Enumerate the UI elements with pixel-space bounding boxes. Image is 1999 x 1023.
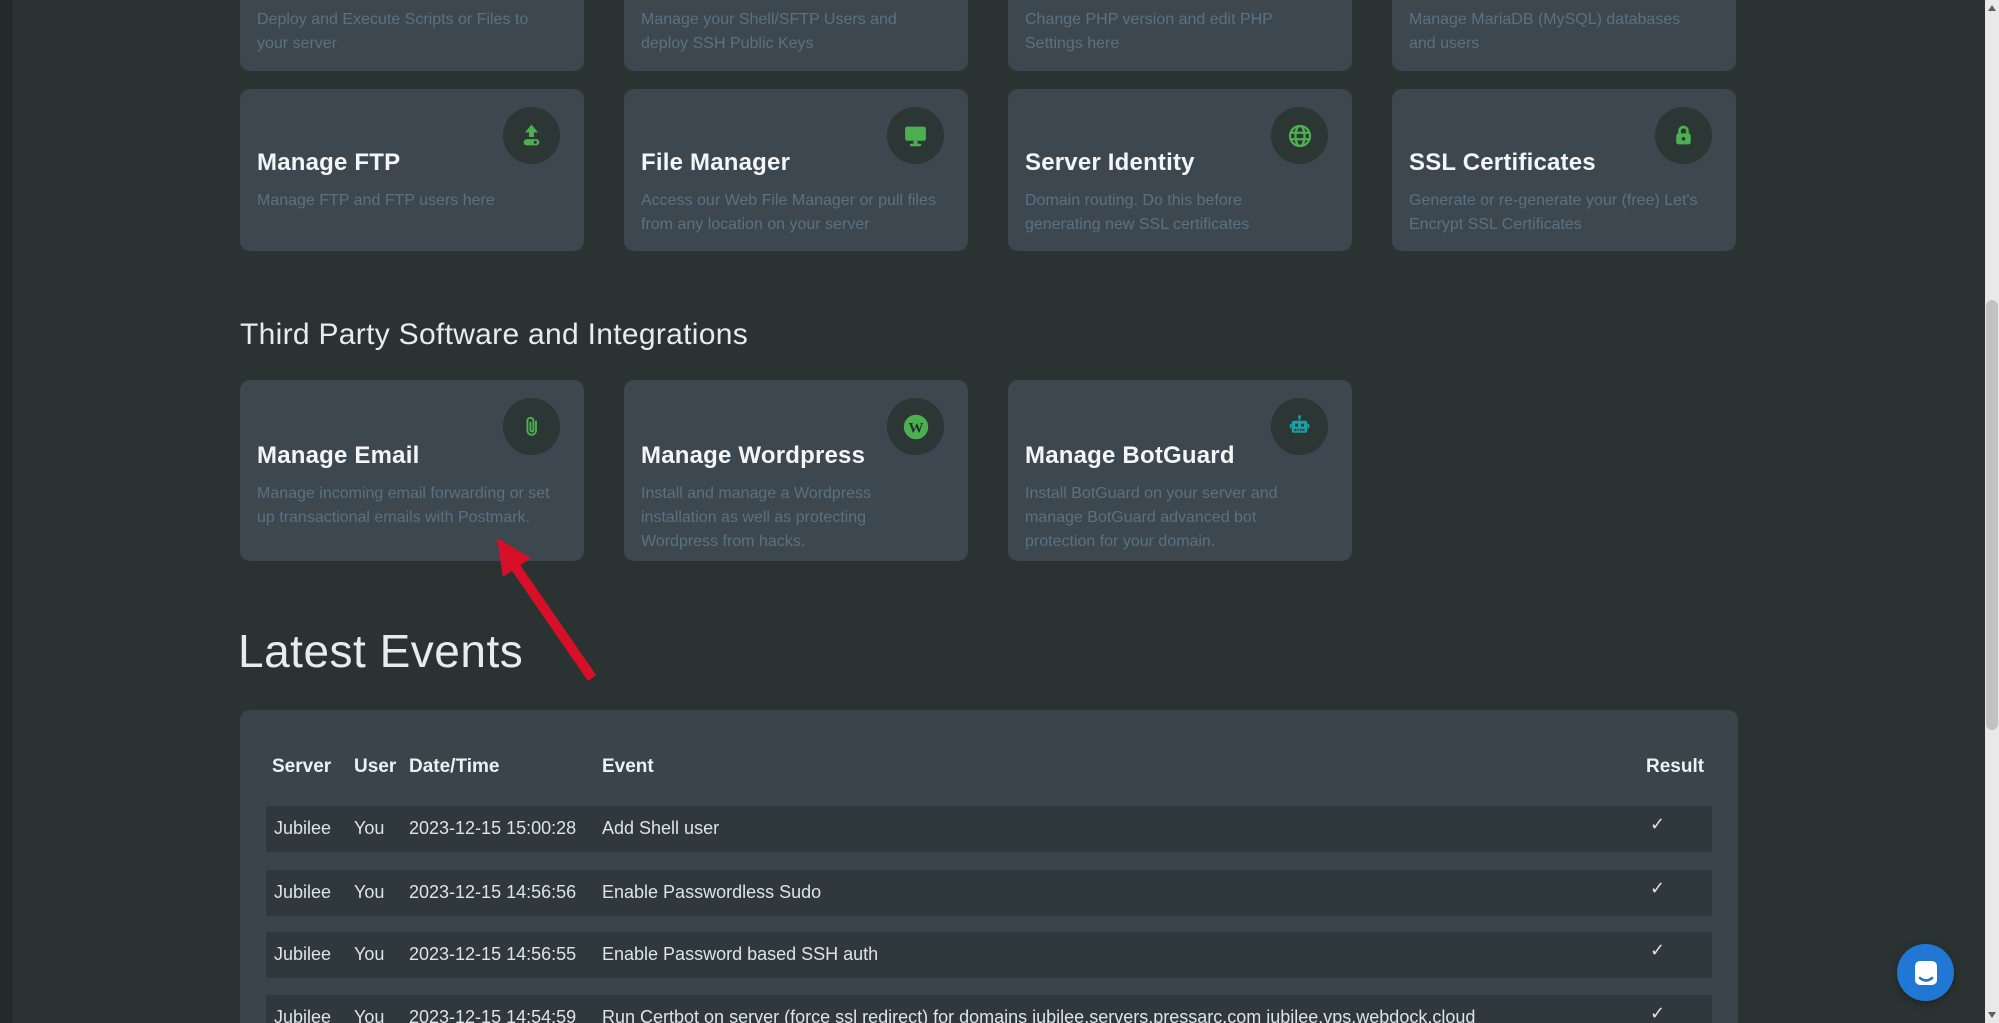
success-check-icon: ✓ [1650, 940, 1665, 961]
card-description: Install BotGuard on your server and mana… [1025, 482, 1322, 554]
card-description: Manage FTP and FTP users here [257, 189, 554, 213]
card-php-settings[interactable]: Change PHP version and edit PHP Settings… [1008, 0, 1352, 71]
cell-user: You [354, 882, 384, 903]
scroll-down-arrow-icon[interactable] [1988, 1012, 1996, 1018]
card-description: Access our Web File Manager or pull file… [641, 189, 938, 237]
cell-user: You [354, 818, 384, 839]
column-header-user: User [354, 756, 396, 778]
cell-datetime: 2023-12-15 14:56:56 [409, 882, 576, 903]
card-manage-email[interactable]: Manage Email Manage incoming email forwa… [240, 380, 584, 561]
column-header-server: Server [272, 756, 331, 778]
card-manage-botguard[interactable]: Manage BotGuard Install BotGuard on your… [1008, 380, 1352, 561]
card-title: File Manager [641, 149, 790, 177]
left-edge-strip [0, 0, 12, 1023]
upload-icon [503, 107, 560, 164]
cell-user: You [354, 1007, 384, 1023]
success-check-icon: ✓ [1650, 1003, 1665, 1023]
cell-event: Run Certbot on server (force ssl redirec… [602, 1007, 1475, 1023]
latest-events-heading: Latest Events [238, 624, 523, 678]
card-description: Domain routing. Do this before generatin… [1025, 189, 1322, 237]
card-description: Generate or re-generate your (free) Let'… [1409, 189, 1706, 237]
card-title: Manage FTP [257, 149, 400, 177]
scroll-up-arrow-icon[interactable] [1988, 5, 1996, 11]
card-title: Manage BotGuard [1025, 442, 1235, 470]
card-title: Manage Email [257, 442, 419, 470]
card-description: Manage your Shell/SFTP Users and deploy … [641, 8, 942, 56]
cell-datetime: 2023-12-15 15:00:28 [409, 818, 576, 839]
card-mariadb[interactable]: Manage MariaDB (MySQL) databases and use… [1392, 0, 1736, 71]
card-manage-ftp[interactable]: Manage FTP Manage FTP and FTP users here [240, 89, 584, 251]
dashboard-page: Deploy and Execute Scripts or Files to y… [0, 0, 1999, 1023]
cell-server: Jubilee [274, 882, 331, 903]
latest-events-table: Server User Date/Time Event Result Jubil… [240, 710, 1738, 1023]
monitor-icon [887, 107, 944, 164]
card-server-identity[interactable]: Server Identity Domain routing. Do this … [1008, 89, 1352, 251]
card-file-manager[interactable]: File Manager Access our Web File Manager… [624, 89, 968, 251]
svg-text:W: W [908, 420, 923, 436]
card-description: Change PHP version and edit PHP Settings… [1025, 8, 1326, 56]
cell-event: Enable Password based SSH auth [602, 944, 878, 965]
table-row: Jubilee You 2023-12-15 15:00:28 Add Shel… [266, 806, 1712, 852]
robot-icon [1271, 398, 1328, 455]
vertical-scrollbar[interactable] [1985, 0, 1999, 1023]
card-description: Manage incoming email forwarding or set … [257, 482, 554, 530]
success-check-icon: ✓ [1650, 814, 1665, 835]
success-check-icon: ✓ [1650, 878, 1665, 899]
column-header-datetime: Date/Time [409, 756, 499, 778]
cell-event: Enable Passwordless Sudo [602, 882, 821, 903]
card-shell-users[interactable]: Manage your Shell/SFTP Users and deploy … [624, 0, 968, 71]
cell-user: You [354, 944, 384, 965]
globe-icon [1271, 107, 1328, 164]
table-row: Jubilee You 2023-12-15 14:56:56 Enable P… [266, 870, 1712, 916]
paperclip-icon [503, 398, 560, 455]
cell-datetime: 2023-12-15 14:54:59 [409, 1007, 576, 1023]
card-description: Deploy and Execute Scripts or Files to y… [257, 8, 558, 56]
card-ssl-certificates[interactable]: SSL Certificates Generate or re-generate… [1392, 89, 1736, 251]
card-title: Manage Wordpress [641, 442, 865, 470]
card-manage-wordpress[interactable]: W Manage Wordpress Install and manage a … [624, 380, 968, 561]
card-description: Install and manage a Wordpress installat… [641, 482, 938, 554]
chat-launcher-button[interactable] [1897, 944, 1954, 1001]
table-row: Jubilee You 2023-12-15 14:56:55 Enable P… [266, 932, 1712, 978]
lock-icon [1655, 107, 1712, 164]
card-scripts[interactable]: Deploy and Execute Scripts or Files to y… [240, 0, 584, 71]
card-description: Manage MariaDB (MySQL) databases and use… [1409, 8, 1710, 56]
scrollbar-thumb[interactable] [1986, 300, 1998, 730]
table-row: Jubilee You 2023-12-15 14:54:59 Run Cert… [266, 995, 1712, 1023]
messenger-icon [1913, 959, 1939, 987]
cell-server: Jubilee [274, 1007, 331, 1023]
cell-event: Add Shell user [602, 818, 719, 839]
cell-server: Jubilee [274, 818, 331, 839]
cell-server: Jubilee [274, 944, 331, 965]
column-header-result: Result [1646, 756, 1704, 778]
third-party-heading: Third Party Software and Integrations [240, 318, 748, 352]
cell-datetime: 2023-12-15 14:56:55 [409, 944, 576, 965]
card-title: Server Identity [1025, 149, 1195, 177]
column-header-event: Event [602, 756, 654, 778]
wordpress-icon: W [887, 398, 944, 455]
card-title: SSL Certificates [1409, 149, 1596, 177]
